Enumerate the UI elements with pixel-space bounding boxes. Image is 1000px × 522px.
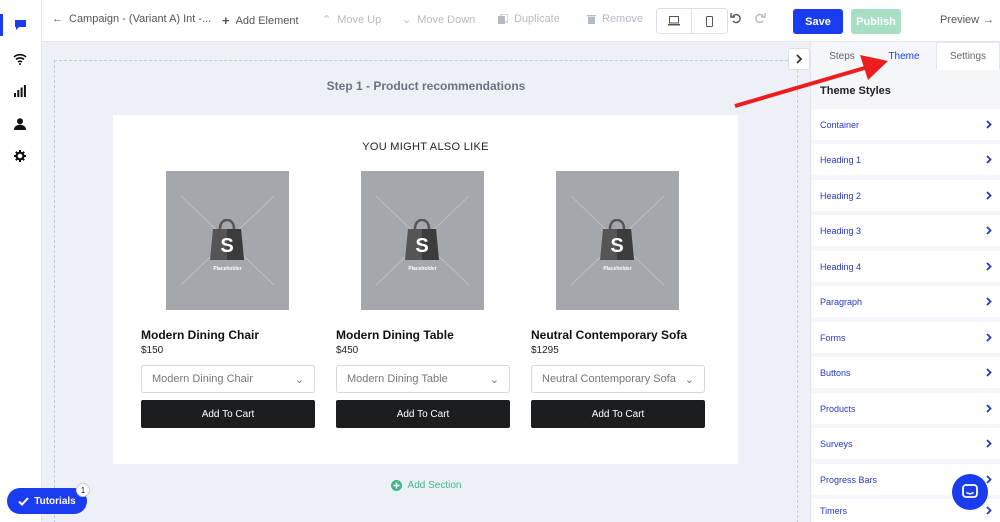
placeholder-label: Placeholder	[213, 266, 242, 272]
svg-text:S: S	[610, 235, 623, 257]
chevron-right-icon	[986, 155, 992, 164]
add-section-button[interactable]: Add Section	[42, 480, 810, 491]
chevron-right-icon	[986, 368, 992, 377]
shopify-bag-icon: S	[600, 219, 634, 260]
chevron-right-icon	[986, 262, 992, 271]
variant-select[interactable]: Modern Dining Chair ⌄	[141, 365, 315, 393]
chevron-down-icon: ⌄	[402, 14, 412, 26]
chevron-right-icon	[795, 54, 802, 64]
shopify-bag-icon: S	[210, 219, 244, 260]
variant-select[interactable]: Neutral Contemporary Sofa ⌄	[531, 365, 705, 393]
theme-item-buttons[interactable]: Buttons	[812, 357, 1000, 388]
chevron-right-icon	[986, 191, 992, 200]
shopify-bag-icon: S	[405, 219, 439, 260]
theme-item-products[interactable]: Products	[812, 393, 1000, 424]
product-image[interactable]: S Placeholder	[556, 171, 679, 310]
publish-button[interactable]: Publish	[851, 9, 901, 34]
chevron-right-icon	[986, 297, 992, 306]
theme-item-heading-4[interactable]: Heading 4	[812, 251, 1000, 282]
chevron-right-icon	[986, 226, 992, 235]
gear-icon[interactable]	[11, 147, 29, 165]
tab-theme[interactable]: Theme	[876, 42, 932, 70]
plus-icon: +	[222, 13, 230, 28]
duplicate-icon	[498, 14, 508, 24]
theme-item-paragraph[interactable]: Paragraph	[812, 286, 1000, 317]
save-button[interactable]: Save	[793, 9, 843, 34]
duplicate-button[interactable]: Duplicate	[498, 13, 560, 25]
plus-circle-icon	[390, 480, 402, 491]
add-element-button[interactable]: + Add Element	[222, 13, 299, 28]
section-title: Theme Styles	[820, 85, 891, 97]
signal-icon[interactable]	[11, 82, 29, 100]
back-to-campaign-link[interactable]: ← Campaign - (Variant A) Int -...	[52, 13, 211, 25]
mobile-icon[interactable]	[692, 9, 727, 33]
product-price: $150	[141, 345, 164, 356]
top-toolbar: ← Campaign - (Variant A) Int -... + Add …	[42, 0, 1000, 42]
theme-item-heading-2[interactable]: Heading 2	[812, 180, 1000, 211]
chevron-up-icon: ⌃	[322, 14, 332, 26]
move-down-button[interactable]: ⌄ Move Down	[402, 13, 475, 27]
tab-settings[interactable]: Settings	[936, 42, 1000, 70]
theme-item-surveys[interactable]: Surveys	[812, 428, 1000, 459]
product-price: $1295	[531, 345, 559, 356]
add-to-cart-button[interactable]: Add To Cart	[531, 400, 705, 428]
chevron-right-icon	[986, 475, 992, 484]
step-title: Step 1 - Product recommendations	[326, 79, 526, 93]
left-icon-rail	[0, 0, 42, 522]
block-heading[interactable]: YOU MIGHT ALSO LIKE	[113, 141, 738, 153]
user-icon[interactable]	[11, 115, 29, 133]
trash-icon	[587, 15, 596, 24]
wifi-icon[interactable]	[11, 50, 29, 68]
chevron-right-icon	[986, 506, 992, 515]
redo-icon[interactable]	[754, 12, 766, 24]
chevron-down-icon: ⌄	[294, 373, 304, 386]
arrow-left-icon: ←	[52, 13, 63, 25]
product-image[interactable]: S Placeholder	[361, 171, 484, 310]
chevron-down-icon: ⌄	[684, 373, 694, 386]
product-name[interactable]: Modern Dining Chair	[141, 328, 259, 342]
messenger-icon[interactable]	[952, 474, 988, 510]
svg-text:S: S	[220, 235, 233, 257]
undo-icon[interactable]	[730, 12, 742, 24]
chat-icon[interactable]	[0, 14, 29, 36]
remove-button[interactable]: Remove	[587, 13, 643, 25]
theme-item-forms[interactable]: Forms	[812, 322, 1000, 353]
chevron-down-icon: ⌄	[489, 373, 499, 386]
add-to-cart-button[interactable]: Add To Cart	[336, 400, 510, 428]
product-name[interactable]: Modern Dining Table	[336, 328, 454, 342]
preview-button[interactable]: Preview →	[940, 14, 994, 26]
campaign-title: Campaign - (Variant A) Int -...	[69, 13, 212, 25]
product-price: $450	[336, 345, 359, 356]
product-recommendations-block[interactable]: YOU MIGHT ALSO LIKE S Placeholder Modern…	[113, 115, 738, 464]
tab-steps[interactable]: Steps	[818, 42, 866, 70]
variant-select[interactable]: Modern Dining Table ⌄	[336, 365, 510, 393]
collapse-panel-button[interactable]	[788, 48, 810, 70]
chevron-right-icon	[986, 120, 992, 129]
chevron-right-icon	[986, 333, 992, 342]
tutorials-count-badge: 1	[76, 483, 90, 497]
add-to-cart-button[interactable]: Add To Cart	[141, 400, 315, 428]
svg-text:S: S	[415, 235, 428, 257]
tutorials-button[interactable]: Tutorials	[7, 488, 87, 514]
product-image[interactable]: S Placeholder	[166, 171, 289, 310]
chevron-right-icon	[986, 404, 992, 413]
placeholder-label: Placeholder	[408, 266, 437, 272]
checkmark-icon	[18, 496, 29, 506]
arrow-right-icon: →	[983, 14, 995, 26]
theme-item-heading-1[interactable]: Heading 1	[812, 144, 1000, 175]
chevron-right-icon	[986, 439, 992, 448]
theme-item-container[interactable]: Container	[812, 109, 1000, 140]
placeholder-label: Placeholder	[603, 266, 632, 272]
product-name[interactable]: Neutral Contemporary Sofa	[531, 328, 687, 342]
editor-canvas: Step 1 - Product recommendations YOU MIG…	[42, 42, 810, 522]
desktop-icon[interactable]	[657, 9, 693, 33]
theme-item-heading-3[interactable]: Heading 3	[812, 215, 1000, 246]
device-switcher	[656, 8, 728, 34]
move-up-button[interactable]: ⌃ Move Up	[322, 13, 381, 27]
